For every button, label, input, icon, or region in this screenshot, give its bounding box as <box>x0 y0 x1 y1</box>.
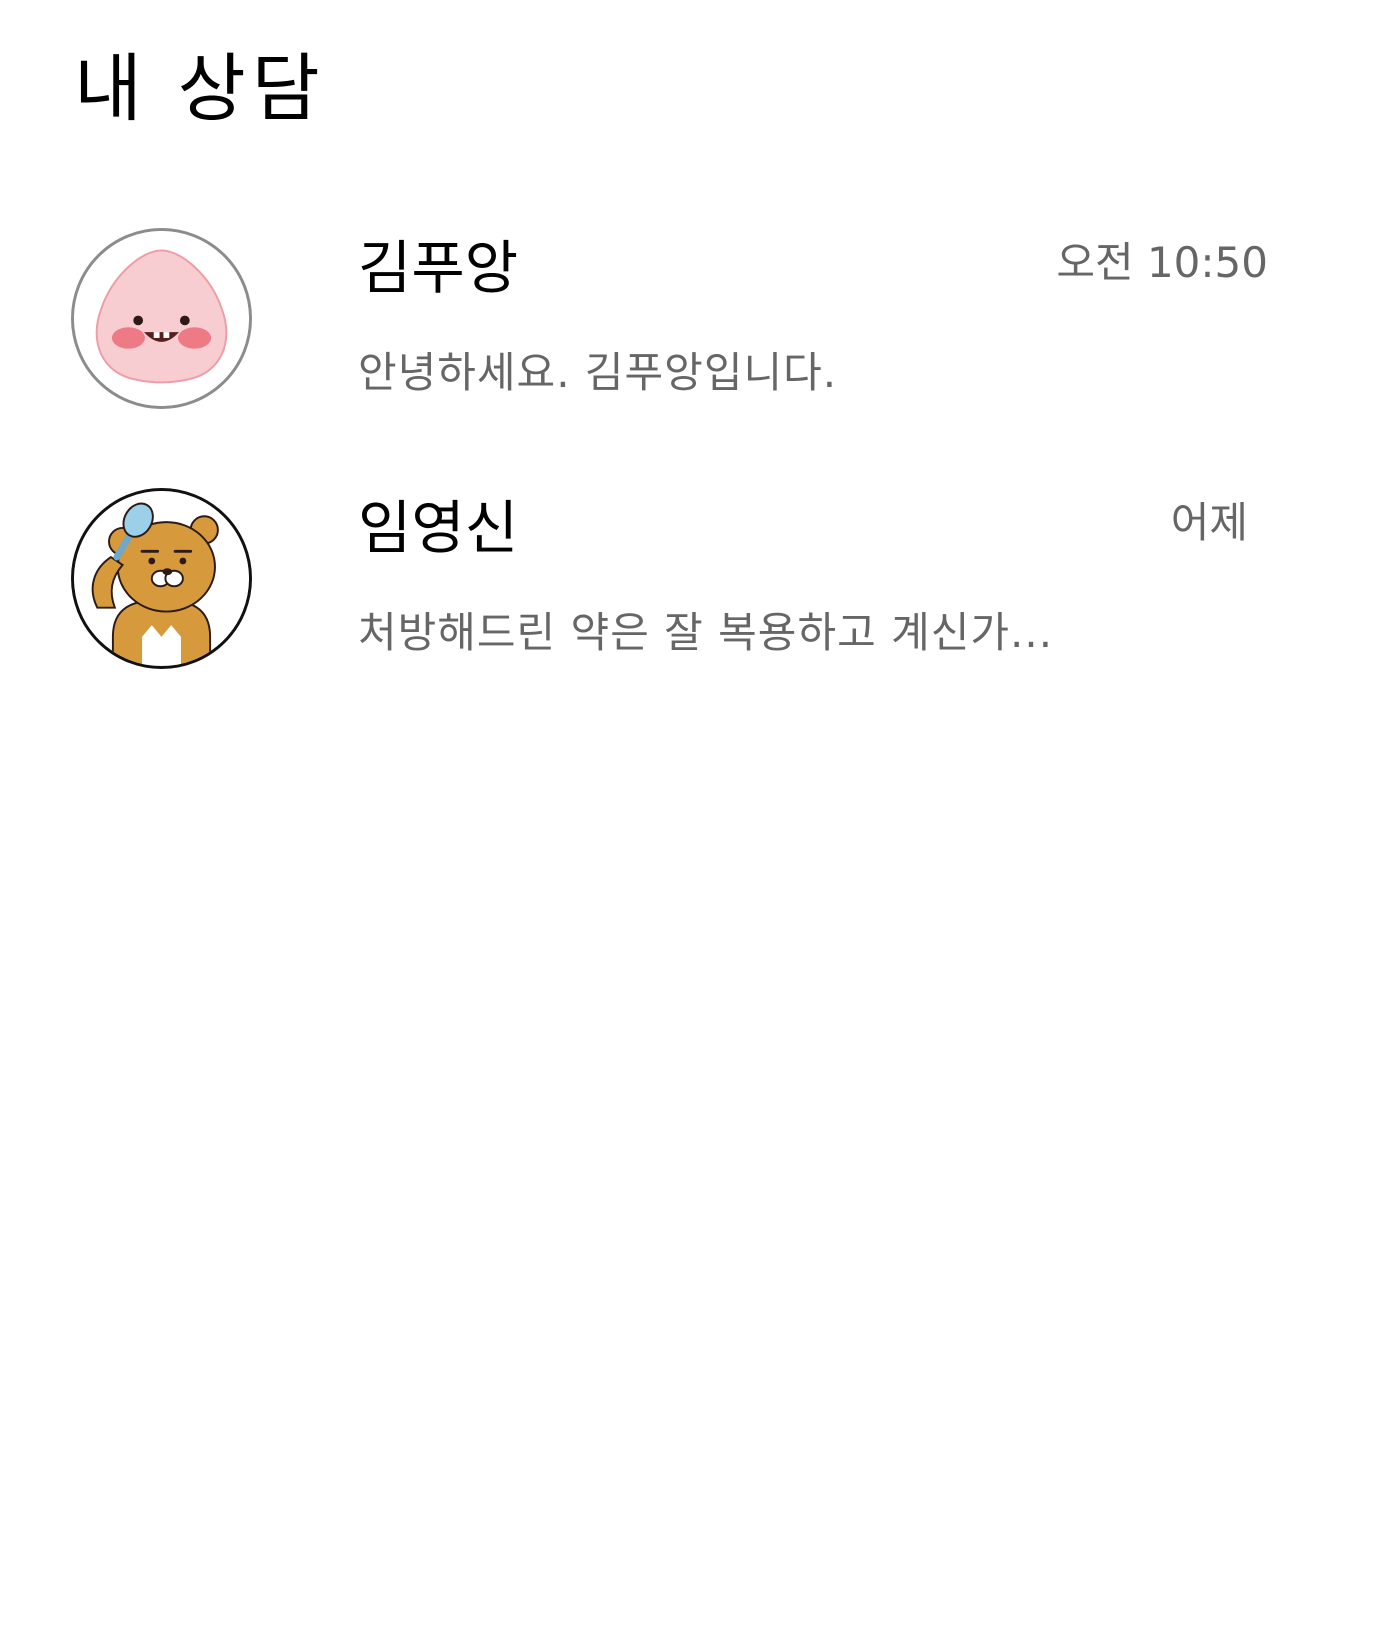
chat-preview: 처방해드린 약은 잘 복용하고 계신가... <box>358 608 1054 657</box>
chat-time: 어제 <box>1170 498 1248 547</box>
lion-character-icon <box>74 491 249 666</box>
chat-time: 오전 10:50 <box>1056 238 1268 287</box>
chat-preview: 안녕하세요. 김푸앙입니다. <box>358 348 838 397</box>
consultation-list-screen: 내 상담 김푸앙 오전 10:50 안녕하세요. 김푸앙입니다. 임영신 어제 … <box>0 0 1394 1652</box>
page-title: 내 상담 <box>74 46 326 132</box>
chat-list: 김푸앙 오전 10:50 안녕하세요. 김푸앙입니다. 임영신 어제 처방해드린… <box>0 220 1394 740</box>
chat-name: 임영신 <box>358 494 519 562</box>
chat-name: 김푸앙 <box>358 234 519 302</box>
peach-character-icon <box>74 231 249 406</box>
avatar <box>71 228 252 409</box>
avatar <box>71 488 252 669</box>
chat-list-item[interactable]: 임영신 어제 처방해드린 약은 잘 복용하고 계신가... <box>0 480 1394 740</box>
chat-list-item[interactable]: 김푸앙 오전 10:50 안녕하세요. 김푸앙입니다. <box>0 220 1394 480</box>
